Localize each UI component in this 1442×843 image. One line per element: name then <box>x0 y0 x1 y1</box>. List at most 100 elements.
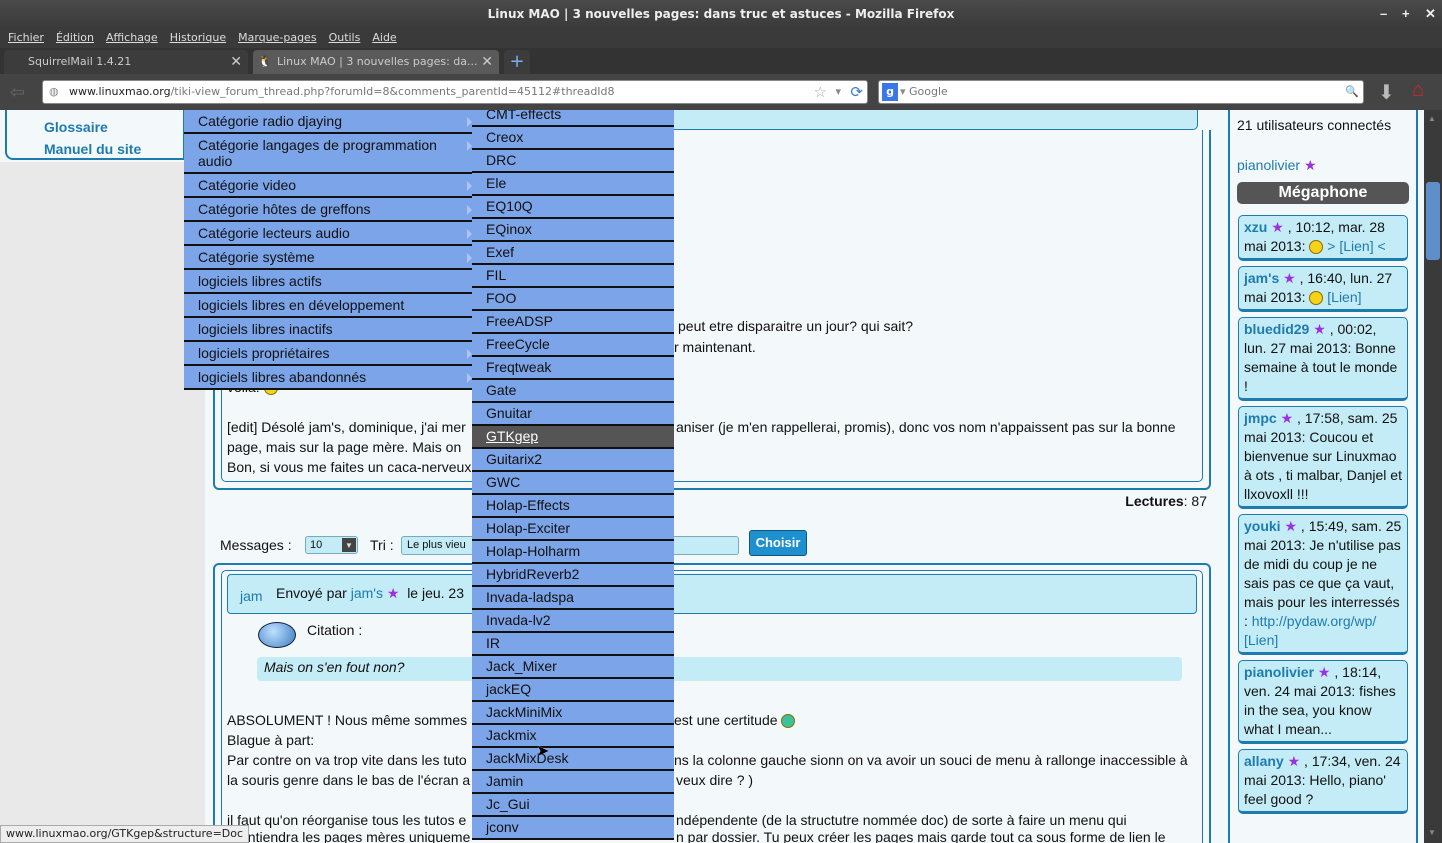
menu-item[interactable]: logiciels libres inactifs <box>184 318 472 342</box>
minimize-button[interactable]: – <box>1380 0 1387 28</box>
chevron-down-icon: ▼ <box>342 538 356 552</box>
messages-select[interactable]: 10 ▼ <box>305 536 358 554</box>
message-tail[interactable]: [Lien] <box>1244 632 1278 648</box>
author-link[interactable]: jam's <box>351 585 383 601</box>
quote-box: Mais on s'en fout non? <box>257 657 1182 681</box>
submenu-item[interactable]: JackMixDesk <box>472 748 674 771</box>
choose-button[interactable]: Choisir <box>749 530 807 556</box>
right-sidebar: 21 utilisateurs connectés pianolivier ★ … <box>1228 110 1418 843</box>
scroll-down-icon[interactable]: ▼ <box>1428 828 1436 837</box>
message-tail[interactable]: [Lien] <box>1327 289 1361 305</box>
menu-item[interactable]: Catégorie radio djaying <box>184 110 472 134</box>
maximize-button[interactable]: + <box>1402 0 1410 28</box>
submenu-item[interactable]: FIL <box>472 265 674 288</box>
menu-edition[interactable]: Édition <box>56 31 94 44</box>
submenu-item[interactable]: Guitarix2 <box>472 449 674 472</box>
submenu-item[interactable]: jconv <box>472 817 674 840</box>
submenu-item[interactable]: Jamin <box>472 771 674 794</box>
submenu-item[interactable]: DRC <box>472 150 674 173</box>
post-user[interactable]: jam <box>240 588 263 604</box>
submenu-item[interactable]: Holap-Effects <box>472 495 674 518</box>
message-tail[interactable]: > [Lien] < <box>1327 238 1385 254</box>
user-link[interactable]: pianolivier <box>1237 157 1300 173</box>
reload-icon[interactable]: ⟳ <box>850 81 863 103</box>
bookmark-star-icon[interactable]: ☆ <box>814 81 827 103</box>
scrollbar-thumb[interactable] <box>1426 182 1440 260</box>
menu-item[interactable]: Catégorie hôtes de greffons <box>184 198 472 222</box>
submenu-item[interactable]: Freqtweak <box>472 357 674 380</box>
menu-historique[interactable]: Historique <box>170 31 226 44</box>
close-window-button[interactable]: ✕ <box>1425 0 1436 28</box>
menu-fichier[interactable]: Fichier <box>8 31 44 44</box>
menu-item[interactable]: logiciels propriétaires <box>184 342 472 366</box>
message-user[interactable]: jmpc <box>1244 410 1277 426</box>
menu-item[interactable]: Catégorie video <box>184 174 472 198</box>
menu-item[interactable]: Catégorie langages de programmation audi… <box>184 134 472 174</box>
search-icon[interactable]: 🔍 <box>1345 81 1359 103</box>
submenu-item[interactable]: Jackmix <box>472 725 674 748</box>
submenu-item[interactable]: HybridReverb2 <box>472 564 674 587</box>
search-bar[interactable]: g ▾ Google 🔍 <box>878 80 1364 104</box>
message-user[interactable]: youki <box>1244 518 1281 534</box>
submenu-item[interactable]: IR <box>472 633 674 656</box>
left-background <box>0 162 205 843</box>
message-user[interactable]: jam's <box>1244 270 1279 286</box>
submenu-item[interactable]: GWC <box>472 472 674 495</box>
submenu-item[interactable]: jackEQ <box>472 679 674 702</box>
menu-item[interactable]: Catégorie système <box>184 246 472 270</box>
message-user[interactable]: pianolivier <box>1244 664 1314 680</box>
scrollbar[interactable]: ▲ ▼ <box>1424 110 1442 843</box>
menu-item[interactable]: logiciels libres abandonnés <box>184 366 472 390</box>
home-icon[interactable]: ⌂ <box>1412 79 1424 102</box>
menu-marque-pages[interactable]: Marque-pages <box>238 31 316 44</box>
google-icon[interactable]: g <box>882 83 898 101</box>
menu-item[interactable]: Catégorie lecteurs audio <box>184 222 472 246</box>
submenu-item[interactable]: Holap-Holharm <box>472 541 674 564</box>
megaphone-message: youki ★ , 15:49, sam. 25 mai 2013: Je n'… <box>1238 514 1408 655</box>
submenu-item[interactable]: Invada-ladspa <box>472 587 674 610</box>
post-text: Par contre on va trop vite dans les tuto <box>227 752 467 768</box>
post-text: ontiendra les pages mères uniqueme <box>240 829 471 843</box>
submenu-item[interactable]: EQ10Q <box>472 196 674 219</box>
nav-glossaire[interactable]: Glossaire <box>44 119 108 135</box>
submenu-item[interactable]: FreeADSP <box>472 311 674 334</box>
submenu-item[interactable]: EQinox <box>472 219 674 242</box>
submenu-item[interactable]: Ele <box>472 173 674 196</box>
tab-linuxmao[interactable]: 🐧 Linux MAO | 3 nouvelles pages: da... ✕ <box>253 50 499 74</box>
dropdown-icon[interactable]: ▾ <box>900 81 906 103</box>
submenu-item[interactable]: Gate <box>472 380 674 403</box>
close-tab-icon[interactable]: ✕ <box>230 50 242 74</box>
submenu-item[interactable]: Holap-Exciter <box>472 518 674 541</box>
menu-item[interactable]: logiciels libres en développement <box>184 294 472 318</box>
scroll-up-icon[interactable]: ▲ <box>1428 114 1436 123</box>
megaphone-header: Mégaphone <box>1237 182 1409 204</box>
message-user[interactable]: xzu <box>1244 219 1267 235</box>
tab-squirrelmail[interactable]: SquirrelMail 1.4.21 ✕ <box>4 50 248 74</box>
submenu-item[interactable]: Jc_Gui <box>472 794 674 817</box>
submenu-item[interactable]: GTKgep <box>472 426 674 449</box>
menu-item[interactable]: logiciels libres actifs <box>184 270 472 294</box>
menu-bar: Fichier Édition Affichage Historique Marque-… <box>0 28 1442 48</box>
submenu-item[interactable]: JackMiniMix <box>472 702 674 725</box>
nav-manuel-du-site[interactable]: Manuel du site <box>44 141 141 157</box>
close-tab-icon[interactable]: ✕ <box>481 50 493 74</box>
submenu-item[interactable]: Creox <box>472 127 674 150</box>
new-tab-button[interactable]: + <box>504 50 530 74</box>
dropdown-icon[interactable]: ▾ <box>835 81 841 103</box>
menu-outils[interactable]: Outils <box>329 31 361 44</box>
submenu-item[interactable]: FOO <box>472 288 674 311</box>
submenu-item[interactable]: Exef <box>472 242 674 265</box>
menu-affichage[interactable]: Affichage <box>106 31 158 44</box>
menu-aide[interactable]: Aide <box>372 31 396 44</box>
submenu-item[interactable]: FreeCycle <box>472 334 674 357</box>
submenu-item[interactable]: Jack_Mixer <box>472 656 674 679</box>
message-user[interactable]: allany <box>1244 753 1284 769</box>
message-link[interactable]: http://pydaw.org/wp/ <box>1252 613 1377 629</box>
back-arrow-icon[interactable]: ⇦ <box>10 82 25 103</box>
submenu-item[interactable]: Gnuitar <box>472 403 674 426</box>
submenu-item[interactable]: Invada-lv2 <box>472 610 674 633</box>
submenu-item[interactable]: CMT-effects <box>472 110 674 127</box>
download-icon[interactable]: ⬇ <box>1378 80 1395 105</box>
url-bar[interactable]: ◍ www.linuxmao.org/tiki-view_forum_threa… <box>42 80 868 104</box>
message-user[interactable]: bluedid29 <box>1244 321 1309 337</box>
